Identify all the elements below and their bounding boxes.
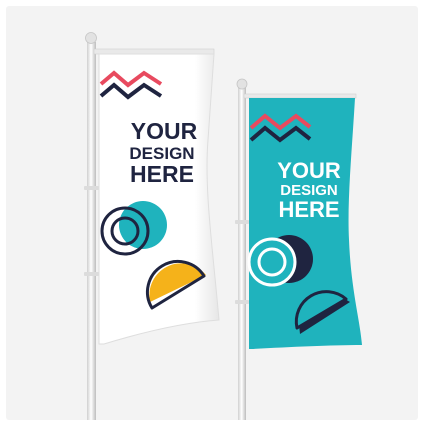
flag-illustration: YOUR DESIGN HERE YOUR DESIGN HERE bbox=[6, 6, 418, 420]
flag-headline-line3: HERE bbox=[278, 197, 339, 222]
flag-headline-line3: HERE bbox=[130, 161, 194, 187]
concentric-circle-icon bbox=[247, 235, 313, 287]
left-banner-flag: YOUR DESIGN HERE bbox=[98, 53, 220, 345]
flag-mockup-scene: YOUR DESIGN HERE YOUR DESIGN HERE bbox=[0, 0, 421, 422]
flag-headline-line1: YOUR bbox=[131, 118, 198, 144]
right-banner-flag: YOUR DESIGN HERE bbox=[247, 98, 362, 349]
flag-headline-line1: YOUR bbox=[277, 158, 341, 183]
